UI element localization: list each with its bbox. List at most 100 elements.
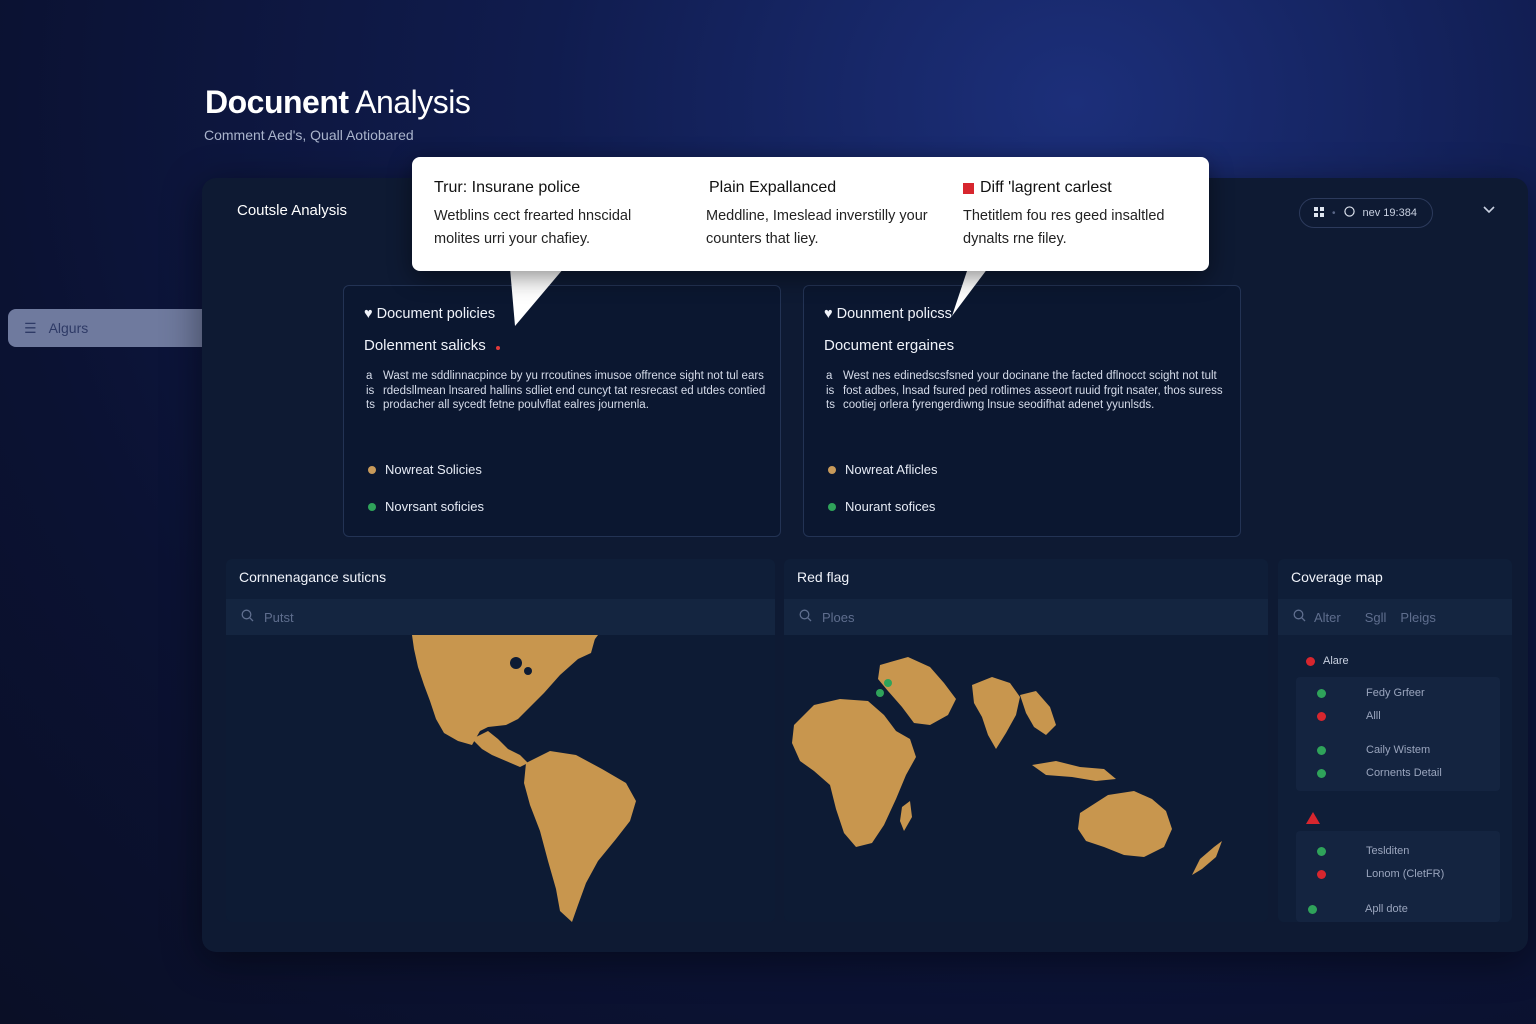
status-dot [1317, 846, 1326, 856]
north-america-shape [412, 635, 596, 745]
tooltip-heading: Diff 'lagrent carlest [980, 179, 1112, 196]
coverage-title: Coverage map [1291, 569, 1383, 585]
time-filter-control[interactable]: • nev 19:384 [1299, 198, 1433, 228]
legend-dot [368, 502, 376, 511]
world-map-americas[interactable] [226, 635, 775, 922]
legend-label: Nourant sofices [845, 499, 936, 514]
search-placeholder: Ploes [822, 609, 855, 625]
legend-item: Nowreat Solicies [368, 462, 482, 477]
search-icon [1293, 609, 1306, 625]
legend-item: Novrsant soficies [368, 499, 484, 514]
coverage-map-panel: Coverage map Alter Sgll Pleigs Alare Fed… [1278, 559, 1512, 922]
madagascar-shape [900, 801, 912, 831]
map-title: Red flag [797, 569, 850, 585]
legend-dot [1306, 656, 1315, 666]
legend-label: Alare [1323, 655, 1349, 667]
pin-icon: ♥ [824, 306, 833, 322]
central-america-shape [472, 731, 528, 767]
pin-icon: ♥ [364, 306, 373, 322]
coverage-item-label: Alll [1366, 710, 1381, 722]
coverage-item[interactable]: Caily Wistem [1317, 744, 1430, 756]
tooltip-tail [510, 268, 564, 326]
search-icon [799, 609, 812, 625]
warning-triangle-icon [1306, 811, 1320, 829]
map-search-input[interactable]: Putst [226, 599, 775, 635]
tooltip-column: Diff 'lagrent carlest Thetitlem fou res … [963, 179, 1203, 251]
marker: is [826, 384, 835, 397]
tooltip-tail [952, 268, 988, 316]
status-dot [1317, 711, 1326, 721]
page-subtitle: Comment Aed's, Quall Aotiobared [204, 127, 414, 143]
status-dot [1317, 768, 1326, 778]
marker: is [366, 384, 375, 397]
coverage-search-bar[interactable]: Alter Sgll Pleigs [1278, 599, 1512, 635]
tooltip-heading-row: Diff 'lagrent carlest [963, 179, 1203, 197]
coverage-item[interactable]: Fedy Grfeer [1317, 687, 1425, 699]
new-zealand-shape [1192, 841, 1222, 875]
card-subtitle-row: Dolenment salicks [364, 337, 500, 354]
coverage-item[interactable]: Lonom (CletFR) [1317, 868, 1444, 880]
southeast-asia-shape [1020, 691, 1056, 735]
compliance-map-panel: Cornnenagance suticns Putst [226, 559, 775, 922]
red-flag-icon [963, 182, 974, 194]
card-paragraph: a is ts West nes edinedscsfsned your doc… [826, 369, 1226, 413]
world-map-eastern[interactable] [784, 635, 1268, 922]
coverage-list: Alare Fedy Grfeer Alll Caily Wistem Corn… [1278, 635, 1512, 922]
coverage-filter-pleigs[interactable]: Pleigs [1400, 610, 1435, 625]
card-paragraph: a is ts Wast me sddlinnacpince by yu rrc… [366, 369, 766, 413]
legend-item: Nowreat Aflicles [828, 462, 937, 477]
coverage-filter-sgll[interactable]: Sgll [1365, 610, 1387, 625]
tooltip-heading: Trur: Insurane police [434, 179, 581, 196]
coverage-item[interactable]: Alll [1317, 710, 1381, 722]
india-shape [972, 677, 1020, 749]
south-america-shape [524, 751, 636, 922]
coverage-item-label: Fedy Grfeer [1366, 687, 1425, 699]
card-paragraph-text: Wast me sddlinnacpince by yu rrcoutines … [382, 370, 766, 411]
chevron-down-icon[interactable] [1482, 202, 1496, 218]
coverage-item[interactable]: Teslditen [1317, 845, 1409, 857]
coverage-filter-alter[interactable]: Alter [1314, 610, 1341, 625]
clock-icon [1343, 206, 1355, 220]
legend-item: Nourant sofices [828, 499, 935, 514]
legend-label: Nowreat Solicies [385, 462, 482, 477]
red-flag-map-panel: Red flag Ploes [784, 559, 1268, 922]
sidebar-item-algurs[interactable]: ☰ Algurs [8, 309, 202, 347]
map-search-input[interactable]: Ploes [784, 599, 1268, 635]
marker: a [366, 370, 373, 382]
coverage-legend: Alare [1306, 655, 1349, 667]
tooltip-text: Wetblins cect frearted hnscidal molites … [434, 208, 632, 247]
grid-icon [1314, 206, 1324, 220]
coverage-item-label: Caily Wistem [1366, 744, 1431, 756]
separator-dot: • [1332, 207, 1336, 219]
panel-title: Coutsle Analysis [237, 202, 348, 219]
document-policy-card[interactable]: ♥ Dounment policss Document ergaines a i… [803, 285, 1241, 537]
africa-shape [792, 699, 916, 847]
legend-label: Novrsant soficies [385, 499, 484, 514]
legend-dot [368, 465, 376, 474]
map-title: Cornnenagance suticns [239, 569, 387, 585]
legend-dot [828, 502, 836, 511]
status-dot [1308, 904, 1317, 914]
middle-east-shape [878, 657, 956, 725]
coverage-item[interactable]: Apll dote [1308, 903, 1408, 915]
coverage-item-label: Apll dote [1365, 903, 1408, 915]
search-icon [241, 609, 254, 625]
card-subtitle: Dolenment salicks [364, 337, 486, 354]
tooltip-column: Plain Expallanced Meddline, Imeslead inv… [706, 179, 946, 251]
card-paragraph-text: West nes edinedscsfsned your docinane th… [842, 370, 1223, 411]
tooltip-column: Trur: Insurane police Wetblins cect frea… [434, 179, 674, 251]
legend-dot [828, 465, 836, 474]
card-markers: a is ts [366, 369, 375, 413]
coverage-item-label: Teslditen [1366, 845, 1410, 857]
card-title: Document policies [376, 306, 496, 322]
tooltip-text: Thetitlem fou res geed insaltled dynalts… [963, 208, 1165, 247]
legend-label: Nowreat Aflicles [845, 462, 938, 477]
list-icon: ☰ [24, 319, 37, 336]
page-title: Docunent Analysis [205, 84, 471, 121]
page-title-bold: Docunent [205, 84, 349, 120]
explanation-tooltip: Trur: Insurane police Wetblins cect frea… [412, 157, 1209, 271]
tooltip-text: Meddline, Imeslead inverstilly your coun… [706, 208, 928, 247]
card-markers: a is ts [826, 369, 835, 413]
tooltip-heading: Plain Expallanced [709, 179, 837, 196]
coverage-item[interactable]: Cornents Detail [1317, 767, 1442, 779]
